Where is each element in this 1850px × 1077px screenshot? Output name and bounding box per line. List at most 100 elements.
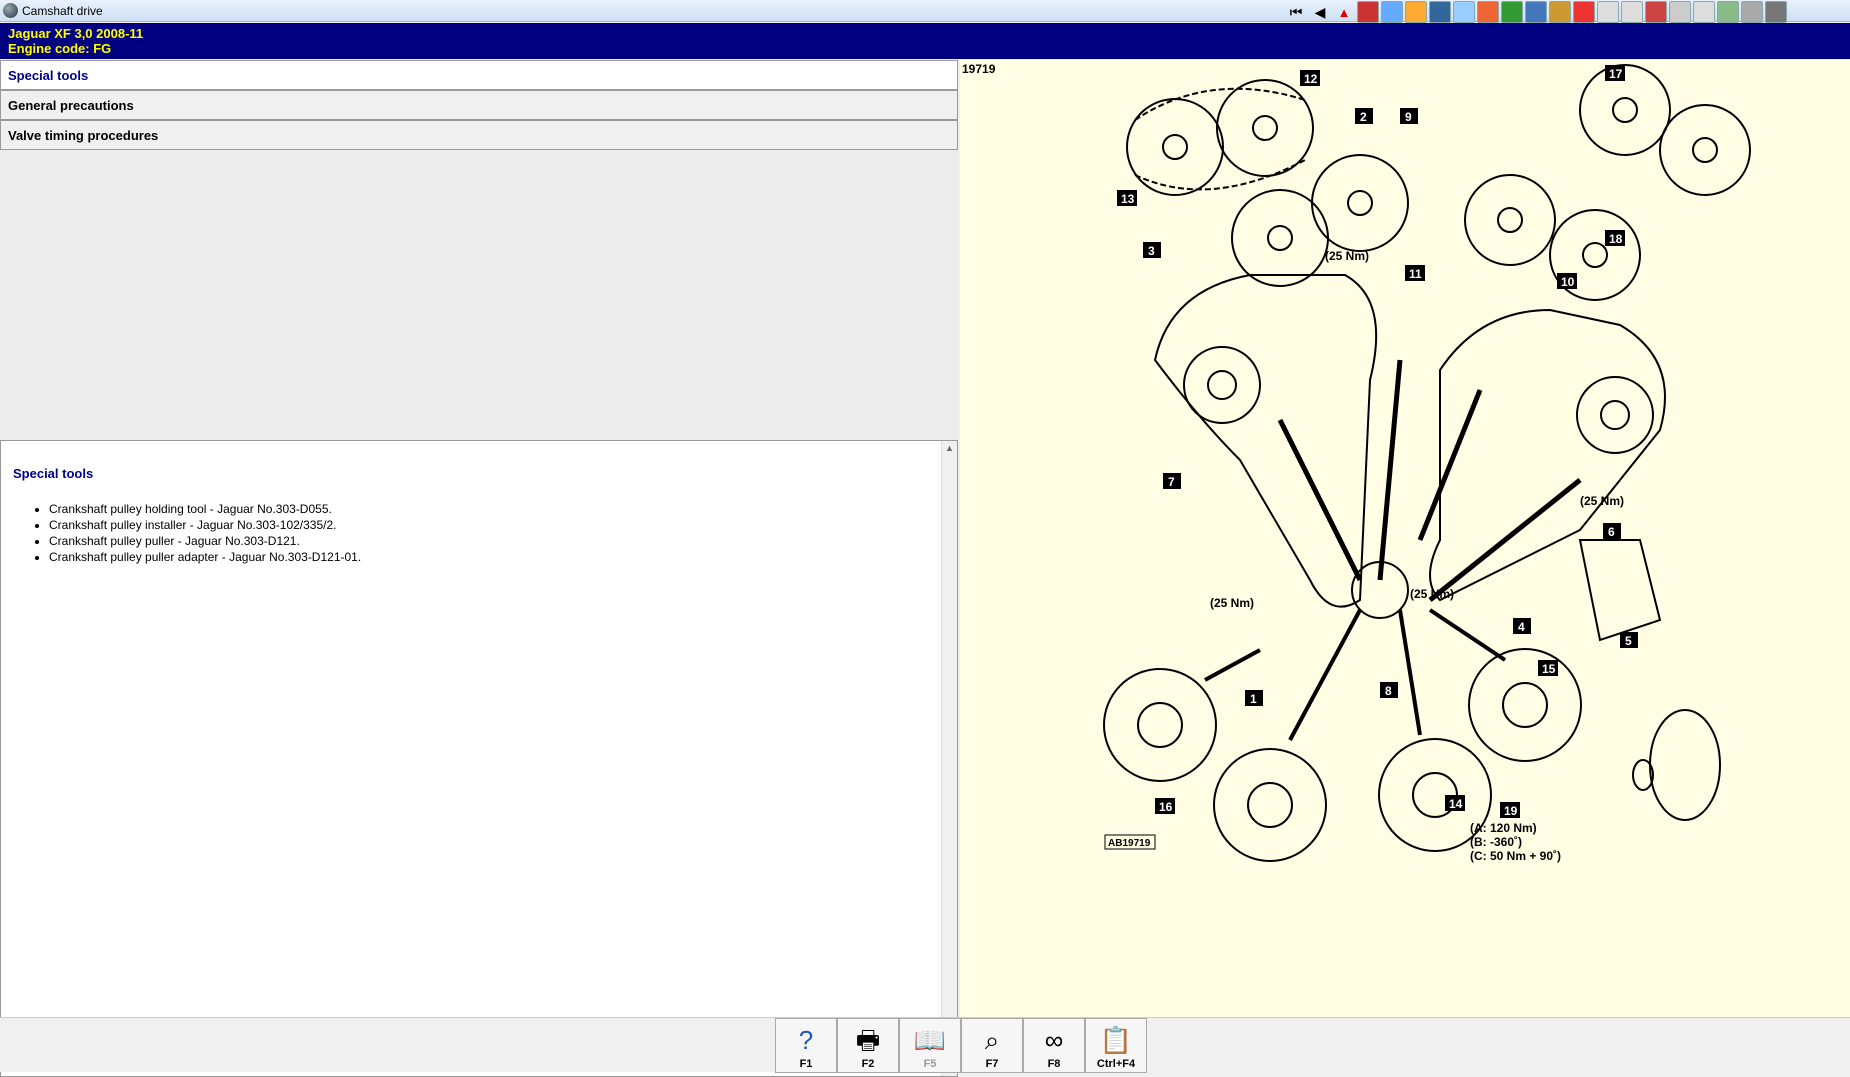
list-item: Crankshaft pulley installer - Jaguar No.… bbox=[49, 517, 945, 533]
svg-text:17: 17 bbox=[1609, 67, 1623, 81]
svg-text:2: 2 bbox=[1360, 110, 1367, 124]
svg-text:12: 12 bbox=[1304, 72, 1318, 86]
torque-label: (25 Nm) bbox=[1580, 494, 1624, 508]
cam-sprocket bbox=[1576, 376, 1654, 454]
belt-icon: ∞ bbox=[1044, 1025, 1064, 1055]
printer-icon: 🖶 bbox=[855, 1025, 881, 1055]
svg-text:8: 8 bbox=[1385, 684, 1392, 698]
zoom-button[interactable]: ⌕ F7 bbox=[961, 1018, 1023, 1073]
book-icon: 📖 bbox=[913, 1025, 947, 1055]
svg-text:16: 16 bbox=[1159, 800, 1173, 814]
belt-button[interactable]: ∞ F8 bbox=[1023, 1018, 1085, 1073]
svg-text:1: 1 bbox=[1250, 692, 1257, 706]
list-item: Crankshaft pulley puller adapter - Jagua… bbox=[49, 549, 945, 565]
callout-9: 9 bbox=[1400, 108, 1418, 124]
callout-1: 1 bbox=[1245, 690, 1263, 706]
notes-button[interactable]: 📋 Ctrl+F4 bbox=[1085, 1018, 1147, 1073]
warning-icon[interactable]: ▲ bbox=[1333, 1, 1355, 23]
fkey-buttons: ? F1 🖶 F2 📖 F5 ⌕ F7 ∞ F8 📋 Ctrl+F4 bbox=[775, 1018, 1147, 1073]
tool-icon-f[interactable] bbox=[1477, 1, 1499, 23]
toolbar: ⏮ ◀ ▲ bbox=[1285, 1, 1787, 23]
empty-area bbox=[0, 150, 958, 440]
list-item: Crankshaft pulley puller - Jaguar No.303… bbox=[49, 533, 945, 549]
tab-valve-timing[interactable]: Valve timing procedures bbox=[0, 120, 958, 150]
engine-code: Engine code: FG bbox=[8, 41, 112, 56]
sprocket bbox=[1231, 189, 1329, 287]
tool-icon-o[interactable] bbox=[1693, 1, 1715, 23]
tool-icon-k[interactable] bbox=[1597, 1, 1619, 23]
tool-icon-l[interactable] bbox=[1621, 1, 1643, 23]
sprocket bbox=[1468, 648, 1582, 762]
svg-text:9: 9 bbox=[1405, 110, 1412, 124]
tool-icon-r[interactable] bbox=[1765, 1, 1787, 23]
sprocket bbox=[1311, 154, 1409, 252]
tool-icon-q[interactable] bbox=[1741, 1, 1763, 23]
tab-special-tools[interactable]: Special tools bbox=[0, 60, 958, 90]
callout-3: 3 bbox=[1143, 242, 1161, 258]
spec-c: (C: 50 Nm + 90˚) bbox=[1470, 849, 1561, 863]
first-page-icon[interactable]: ⏮ bbox=[1285, 1, 1307, 23]
tool-icon-n[interactable] bbox=[1669, 1, 1691, 23]
callout-11: 11 bbox=[1405, 265, 1425, 281]
camshaft-drive-diagram: 12 2 13 3 9 17 18 10 11 7 6 4 5 1 8 15 1… bbox=[1103, 64, 1751, 863]
callout-15: 15 bbox=[1538, 660, 1558, 676]
callout-13: 13 bbox=[1117, 190, 1137, 206]
callout-8: 8 bbox=[1380, 682, 1398, 698]
tool-icon-p[interactable] bbox=[1717, 1, 1739, 23]
section-tabs: Special tools General precautions Valve … bbox=[0, 60, 958, 150]
help-icon: ? bbox=[798, 1025, 814, 1055]
callout-2: 2 bbox=[1355, 108, 1373, 124]
svg-text:19: 19 bbox=[1504, 804, 1518, 818]
callout-7: 7 bbox=[1163, 473, 1181, 489]
sprocket bbox=[1216, 79, 1314, 177]
tool-icon-i[interactable] bbox=[1549, 1, 1571, 23]
svg-text:5: 5 bbox=[1625, 634, 1632, 648]
callout-18: 18 bbox=[1605, 230, 1625, 246]
callout-6: 6 bbox=[1603, 523, 1621, 539]
svg-text:14: 14 bbox=[1449, 797, 1463, 811]
sprocket bbox=[1464, 174, 1556, 266]
content-panel: Special tools Crankshaft pulley holding … bbox=[0, 440, 958, 1077]
scroll-up-icon[interactable]: ▲ bbox=[945, 443, 954, 453]
tab-general-precautions[interactable]: General precautions bbox=[0, 90, 958, 120]
callout-16: 16 bbox=[1155, 798, 1175, 814]
sprocket bbox=[1126, 98, 1224, 196]
sprocket bbox=[1103, 668, 1217, 782]
tool-icon-c[interactable] bbox=[1405, 1, 1427, 23]
svg-text:13: 13 bbox=[1121, 192, 1135, 206]
vertical-scrollbar[interactable]: ▲ ▼ bbox=[941, 441, 957, 1076]
zoom-icon: ⌕ bbox=[984, 1025, 1000, 1055]
torque-label: (25 Nm) bbox=[1325, 249, 1369, 263]
tool-icon-b[interactable] bbox=[1381, 1, 1403, 23]
tool-icon-a[interactable] bbox=[1357, 1, 1379, 23]
help-button[interactable]: ? F1 bbox=[775, 1018, 837, 1073]
callout-14: 14 bbox=[1445, 795, 1465, 811]
print-button[interactable]: 🖶 F2 bbox=[837, 1018, 899, 1073]
tools-list: Crankshaft pulley holding tool - Jaguar … bbox=[49, 501, 945, 565]
function-key-bar: ? F1 🖶 F2 📖 F5 ⌕ F7 ∞ F8 📋 Ctrl+F4 bbox=[0, 1017, 1850, 1073]
svg-text:18: 18 bbox=[1609, 232, 1623, 246]
previous-icon[interactable]: ◀ bbox=[1309, 1, 1331, 23]
sprocket bbox=[1659, 104, 1751, 196]
torque-label: (25 Nm) bbox=[1410, 587, 1454, 601]
tool-icon-g[interactable] bbox=[1501, 1, 1523, 23]
tool-icon-d[interactable] bbox=[1429, 1, 1451, 23]
cam-sprocket bbox=[1183, 346, 1261, 424]
svg-text:11: 11 bbox=[1409, 267, 1422, 281]
book-button[interactable]: 📖 F5 bbox=[899, 1018, 961, 1073]
tool-icon-e[interactable] bbox=[1453, 1, 1475, 23]
sprocket bbox=[1213, 748, 1327, 862]
tool-icon-h[interactable] bbox=[1525, 1, 1547, 23]
callout-17: 17 bbox=[1605, 65, 1625, 81]
vehicle-model: Jaguar XF 3,0 2008-11 bbox=[8, 26, 144, 41]
app-icon bbox=[3, 3, 18, 18]
callout-4: 4 bbox=[1513, 618, 1531, 634]
svg-text:10: 10 bbox=[1561, 275, 1575, 289]
svg-text:15: 15 bbox=[1542, 662, 1556, 676]
torque-label: (25 Nm) bbox=[1210, 596, 1254, 610]
svg-text:4: 4 bbox=[1518, 620, 1525, 634]
window-title: Camshaft drive bbox=[22, 4, 103, 18]
tool-icon-j[interactable] bbox=[1573, 1, 1595, 23]
callout-10: 10 bbox=[1557, 273, 1577, 289]
tool-icon-m[interactable] bbox=[1645, 1, 1667, 23]
